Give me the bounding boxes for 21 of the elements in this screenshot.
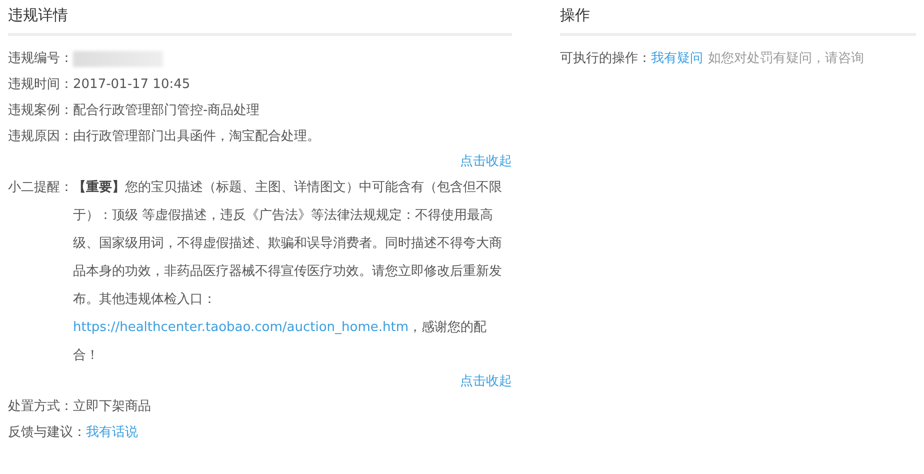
field-label: 违规时间： [8, 76, 73, 94]
field-label: 违规编号： [8, 50, 73, 68]
field-value: 配合行政管理部门管控-商品处理 [73, 102, 260, 120]
field-label: 反馈与建议： [8, 424, 86, 442]
field-label: 违规原因： [8, 128, 73, 146]
question-link[interactable]: 我有疑问 [651, 46, 703, 72]
field-label: 违规案例： [8, 102, 73, 120]
feedback-link[interactable]: 我有话说 [86, 420, 138, 446]
section-title: 操作 [560, 4, 916, 36]
field-label: 处置方式： [8, 398, 73, 416]
health-check-link[interactable]: https://healthcenter.taobao.com/auction_home.htm [73, 320, 408, 335]
field-value: 立即下架商品 [73, 398, 151, 416]
field-value: 由行政管理部门出具函件，淘宝配合处理。 [73, 128, 320, 146]
field-value: 2017-01-17 10:45 [73, 76, 190, 94]
collapse-link[interactable]: 点击收起 [460, 150, 512, 174]
hint-text: 如您对处罚有疑问，请咨询 [708, 50, 864, 68]
collapse-link[interactable]: 点击收起 [460, 370, 512, 394]
field-label: 可执行的操作： [560, 50, 651, 68]
field-label: 小二提醒： [8, 179, 73, 197]
section-title: 违规详情 [8, 4, 512, 36]
reminder-text: 【重要】您的宝贝描述（标题、主图、详情图文）中可能含有（包含但不限于）：顶级 等虚假描述，违反《广告法》等法律法规规定：不得使用最高级、国家级用词，不得虚假描述、欺骗和误导消费者。同时描述不得夸大商品本身的功效，非药品医疗器械不得宣传医疗功效。请您立即修改后重新发布。其他违规体检入口： https://healthcenter.taobao.com/auction_home.htm，感谢您的配合！ [73, 178, 503, 365]
